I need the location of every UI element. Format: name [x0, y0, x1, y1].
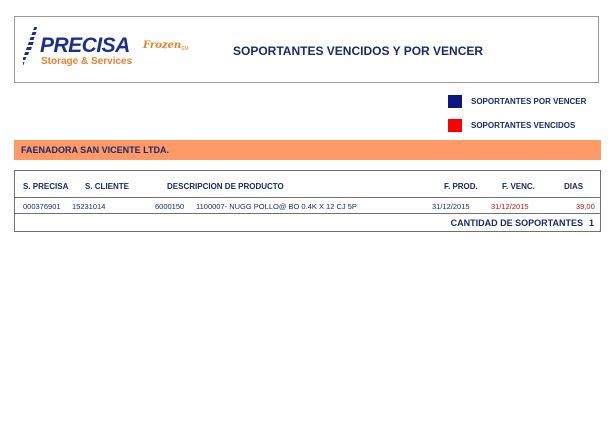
- legend-swatch-red: [448, 119, 462, 132]
- logo-frozen: Frozen: [143, 40, 182, 51]
- company-name: FAENADORA SAN VICENTE LTDA.: [21, 145, 170, 155]
- legend-swatch-navy: [448, 95, 462, 108]
- column-header-f-prod: F. PROD.: [444, 182, 478, 191]
- row-divider: [15, 213, 600, 214]
- precisa-logo: PRECISA Frozen SM Storage & Services: [23, 25, 193, 73]
- cell-f-prod: 31/12/2015: [432, 202, 470, 211]
- cell-codigo: 6000150: [155, 202, 185, 211]
- legend-label: SOPORTANTES VENCIDOS: [471, 121, 576, 130]
- total-soportantes: CANTIDAD DE SOPORTANTES 1: [451, 218, 594, 228]
- column-header-f-venc: F. VENC.: [502, 182, 535, 191]
- total-value: 1: [588, 218, 594, 228]
- legend-item-por-vencer: SOPORTANTES POR VENCER: [448, 95, 586, 108]
- cell-s-precisa: 000376901: [23, 202, 61, 211]
- cell-descripcion: 1100007- NUGG POLLO@ BO 0.4K X 12 CJ 5P: [196, 202, 357, 211]
- cell-s-cliente: 15231014: [72, 202, 106, 211]
- legend-label: SOPORTANTES POR VENCER: [471, 97, 587, 106]
- column-header-s-cliente: S. CLIENTE: [85, 182, 130, 191]
- legend: SOPORTANTES POR VENCER SOPORTANTES VENCI…: [448, 95, 586, 143]
- page-title: SOPORTANTES VENCIDOS Y POR VENCER: [233, 44, 484, 58]
- logo-service-mark: SM: [181, 46, 189, 52]
- total-label: CANTIDAD DE SOPORTANTES: [450, 218, 583, 228]
- company-bar: FAENADORA SAN VICENTE LTDA.: [14, 140, 601, 160]
- column-header-descripcion: DESCRIPCION DE PRODUCTO: [167, 182, 284, 191]
- column-header-s-precisa: S. PRECISA: [23, 182, 69, 191]
- cell-dias: 39,00: [576, 202, 595, 211]
- header-divider: [15, 197, 600, 198]
- logo-wordmark: PRECISA: [40, 34, 130, 57]
- soportantes-table: S. PRECISA S. CLIENTE DESCRIPCION DE PRO…: [14, 170, 601, 232]
- logo-subtitle: Storage & Services: [41, 56, 133, 67]
- cell-f-venc: 31/12/2015: [491, 202, 529, 211]
- column-header-dias: DIAS: [564, 182, 584, 191]
- report-header: PRECISA Frozen SM Storage & Services SOP…: [14, 16, 599, 83]
- legend-item-vencidos: SOPORTANTES VENCIDOS: [448, 119, 586, 132]
